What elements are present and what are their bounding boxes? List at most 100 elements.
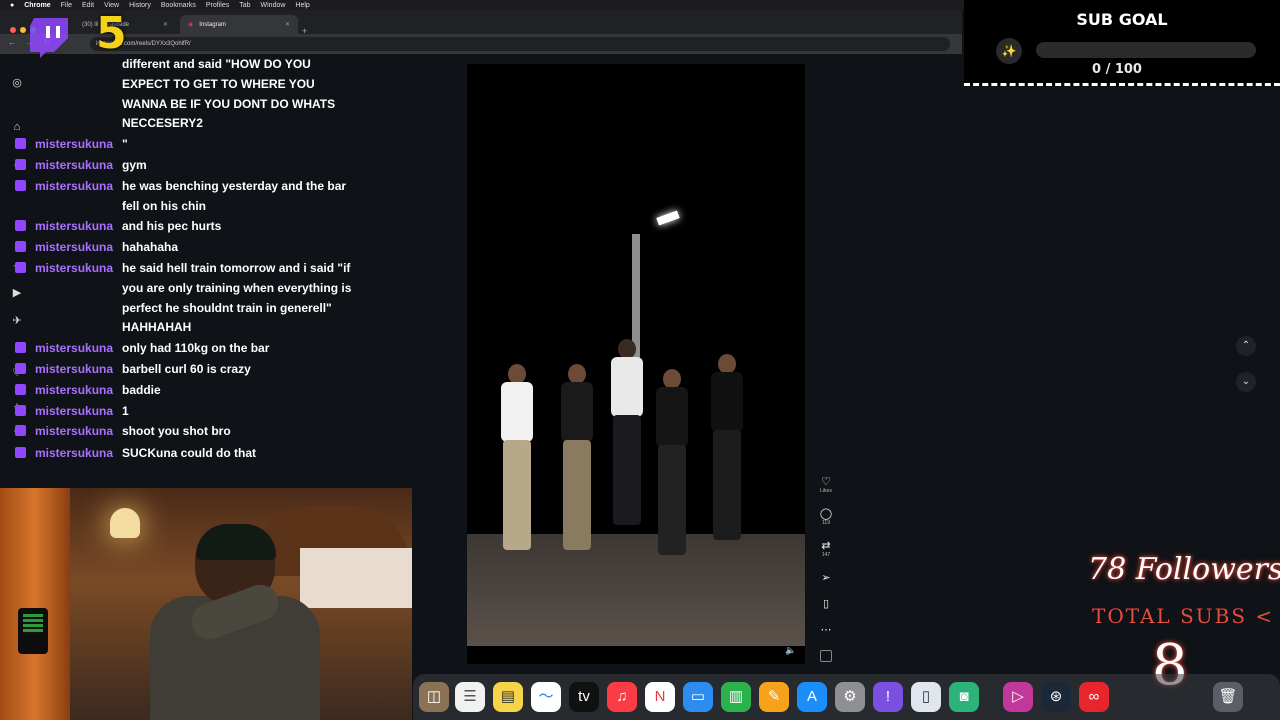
- repost-icon: ⇄: [821, 540, 831, 552]
- numbers-icon[interactable]: ▥: [721, 682, 751, 712]
- twitch-badge-icon: [15, 363, 26, 374]
- back-icon[interactable]: ←: [8, 38, 16, 47]
- music-icon[interactable]: ♫: [607, 682, 637, 712]
- menu-app-name[interactable]: Chrome: [24, 2, 50, 9]
- apple-tv-icon[interactable]: tv: [569, 682, 599, 712]
- close-window-icon[interactable]: [10, 27, 16, 33]
- reel-video[interactable]: [467, 64, 805, 646]
- chat-text: hahahaha: [122, 240, 179, 254]
- rgb-speaker: [18, 608, 48, 654]
- audio-thumbnail-icon: [820, 650, 832, 662]
- chat-text: and his pec hurts: [122, 219, 222, 233]
- instagram-favicon-icon: ◉: [188, 22, 194, 28]
- chat-message-continued: fell on his chin: [122, 199, 207, 213]
- chat-username: mistersukuna: [35, 383, 114, 397]
- twitch-badge-icon: [15, 447, 26, 458]
- menu-bookmarks[interactable]: Bookmarks: [161, 2, 196, 9]
- menu-help[interactable]: Help: [295, 2, 309, 9]
- news-icon[interactable]: N: [645, 682, 675, 712]
- twitch-badge-icon: [15, 342, 26, 353]
- game-icon[interactable]: ◙: [949, 682, 979, 712]
- keynote-icon[interactable]: ▭: [683, 682, 713, 712]
- chat-username: mistersukuna: [35, 404, 114, 418]
- menu-file[interactable]: File: [61, 2, 72, 9]
- share-icon: ➢: [821, 572, 831, 584]
- sub-count-overlay: 5: [96, 8, 127, 59]
- finder-icon[interactable]: ◫: [419, 682, 449, 712]
- feedback-icon[interactable]: !: [873, 682, 903, 712]
- chat-username: mistersukuna: [35, 219, 114, 233]
- more-icon: ⋯: [820, 624, 832, 636]
- tab-instagram[interactable]: ◉ Instagram ✕: [180, 15, 298, 34]
- apple-menu-icon[interactable]: ●: [10, 2, 14, 9]
- save-button[interactable]: ▯: [815, 598, 837, 610]
- url-field[interactable]: instagram.com/reels/DYXx3QohlfR/: [90, 37, 950, 51]
- menu-history[interactable]: History: [129, 2, 151, 9]
- next-reel-button[interactable]: ⌄: [1236, 372, 1256, 392]
- freeform-icon[interactable]: 〜: [531, 682, 561, 712]
- chat-username: mistersukuna: [35, 446, 114, 460]
- like-button[interactable]: ♡ Likes: [815, 476, 837, 494]
- comment-count: 119: [822, 520, 830, 526]
- menu-profiles[interactable]: Profiles: [206, 2, 229, 9]
- menu-tab[interactable]: Tab: [239, 2, 250, 9]
- sub-goal-title: SUB GOAL: [1076, 10, 1168, 29]
- chat-username: mistersukuna: [35, 158, 114, 172]
- twitch-badge-icon: [15, 241, 26, 252]
- chat-message-continued: NECCESERY2: [122, 116, 203, 130]
- iphone-mirroring-icon[interactable]: ▯: [911, 682, 941, 712]
- comment-button[interactable]: ◯ 119: [815, 508, 837, 526]
- chat-username: mistersukuna: [35, 424, 114, 438]
- chat-text: shoot you shot bro: [122, 424, 231, 438]
- pages-icon[interactable]: ✎: [759, 682, 789, 712]
- dancer: [707, 354, 747, 544]
- twitch-badge-icon: [15, 405, 26, 416]
- macos-dock: ◫ ☰ ▤ 〜 tv ♫ N ▭ ▥ ✎ A ⚙ ! ▯ ◙ ▷ ⊛ ∞ 🗑: [413, 674, 1280, 720]
- reminders-icon[interactable]: ☰: [455, 682, 485, 712]
- sub-goal-count: 0 / 100: [1092, 62, 1142, 77]
- repost-button[interactable]: ⇄ 147: [815, 540, 837, 558]
- messages-icon[interactable]: ✈: [10, 314, 24, 328]
- twitch-badge-icon: [15, 180, 26, 191]
- chat-text: gym: [122, 158, 147, 172]
- total-subs-label: TOTAL SUBS <: [1092, 604, 1275, 628]
- system-settings-icon[interactable]: ⚙: [835, 682, 865, 712]
- trash-icon[interactable]: 🗑: [1213, 682, 1243, 712]
- close-tab-icon[interactable]: ✕: [163, 21, 168, 28]
- minimize-window-icon[interactable]: [20, 27, 26, 33]
- streamer: [150, 524, 320, 720]
- creative-cloud-icon[interactable]: ∞: [1079, 682, 1109, 712]
- browser-tab-strip: (30) lil ... eastside ✕ ◉ Instagram ✕ +: [0, 10, 962, 36]
- steam-icon[interactable]: ⊛: [1041, 682, 1071, 712]
- video-editor-icon[interactable]: ▷: [1003, 682, 1033, 712]
- app-store-icon[interactable]: A: [797, 682, 827, 712]
- reel-progress-bar[interactable]: [467, 646, 805, 664]
- mute-icon[interactable]: 🔈: [785, 645, 796, 656]
- sub-goal-widget: SUB GOAL ✨ 0 / 100: [964, 0, 1280, 86]
- chat-text: he said hell train tomorrow and i said "…: [122, 261, 351, 275]
- chat-text: only had 110kg on the bar: [122, 341, 270, 355]
- twitch-badge-icon: [15, 138, 26, 149]
- home-icon[interactable]: ⌂: [10, 120, 24, 134]
- webcam-feed: [0, 488, 412, 720]
- chat-text: barbell curl 60 is crazy: [122, 362, 251, 376]
- like-count: Likes: [820, 488, 832, 494]
- more-options-button[interactable]: ⋯: [815, 624, 837, 636]
- menu-edit[interactable]: Edit: [82, 2, 94, 9]
- chat-username: mistersukuna: [35, 261, 114, 275]
- tab-label: Instagram: [199, 21, 226, 28]
- share-button[interactable]: ➢: [815, 572, 837, 584]
- chat-username: mistersukuna: [35, 179, 114, 193]
- chat-username: mistersukuna: [35, 362, 114, 376]
- chat-message-continued: HAHHAHAH: [122, 320, 192, 334]
- instagram-logo-icon[interactable]: ◎: [10, 76, 24, 90]
- audio-avatar[interactable]: [815, 650, 837, 662]
- menu-window[interactable]: Window: [261, 2, 286, 9]
- notes-icon[interactable]: ▤: [493, 682, 523, 712]
- close-tab-icon[interactable]: ✕: [285, 21, 290, 28]
- previous-reel-button[interactable]: ⌃: [1236, 336, 1256, 356]
- reels-icon[interactable]: ▶: [10, 286, 24, 300]
- twitch-badge-icon: [15, 262, 26, 273]
- chevron-down-icon: ⌄: [1241, 376, 1251, 387]
- twitch-badge-icon: [15, 220, 26, 231]
